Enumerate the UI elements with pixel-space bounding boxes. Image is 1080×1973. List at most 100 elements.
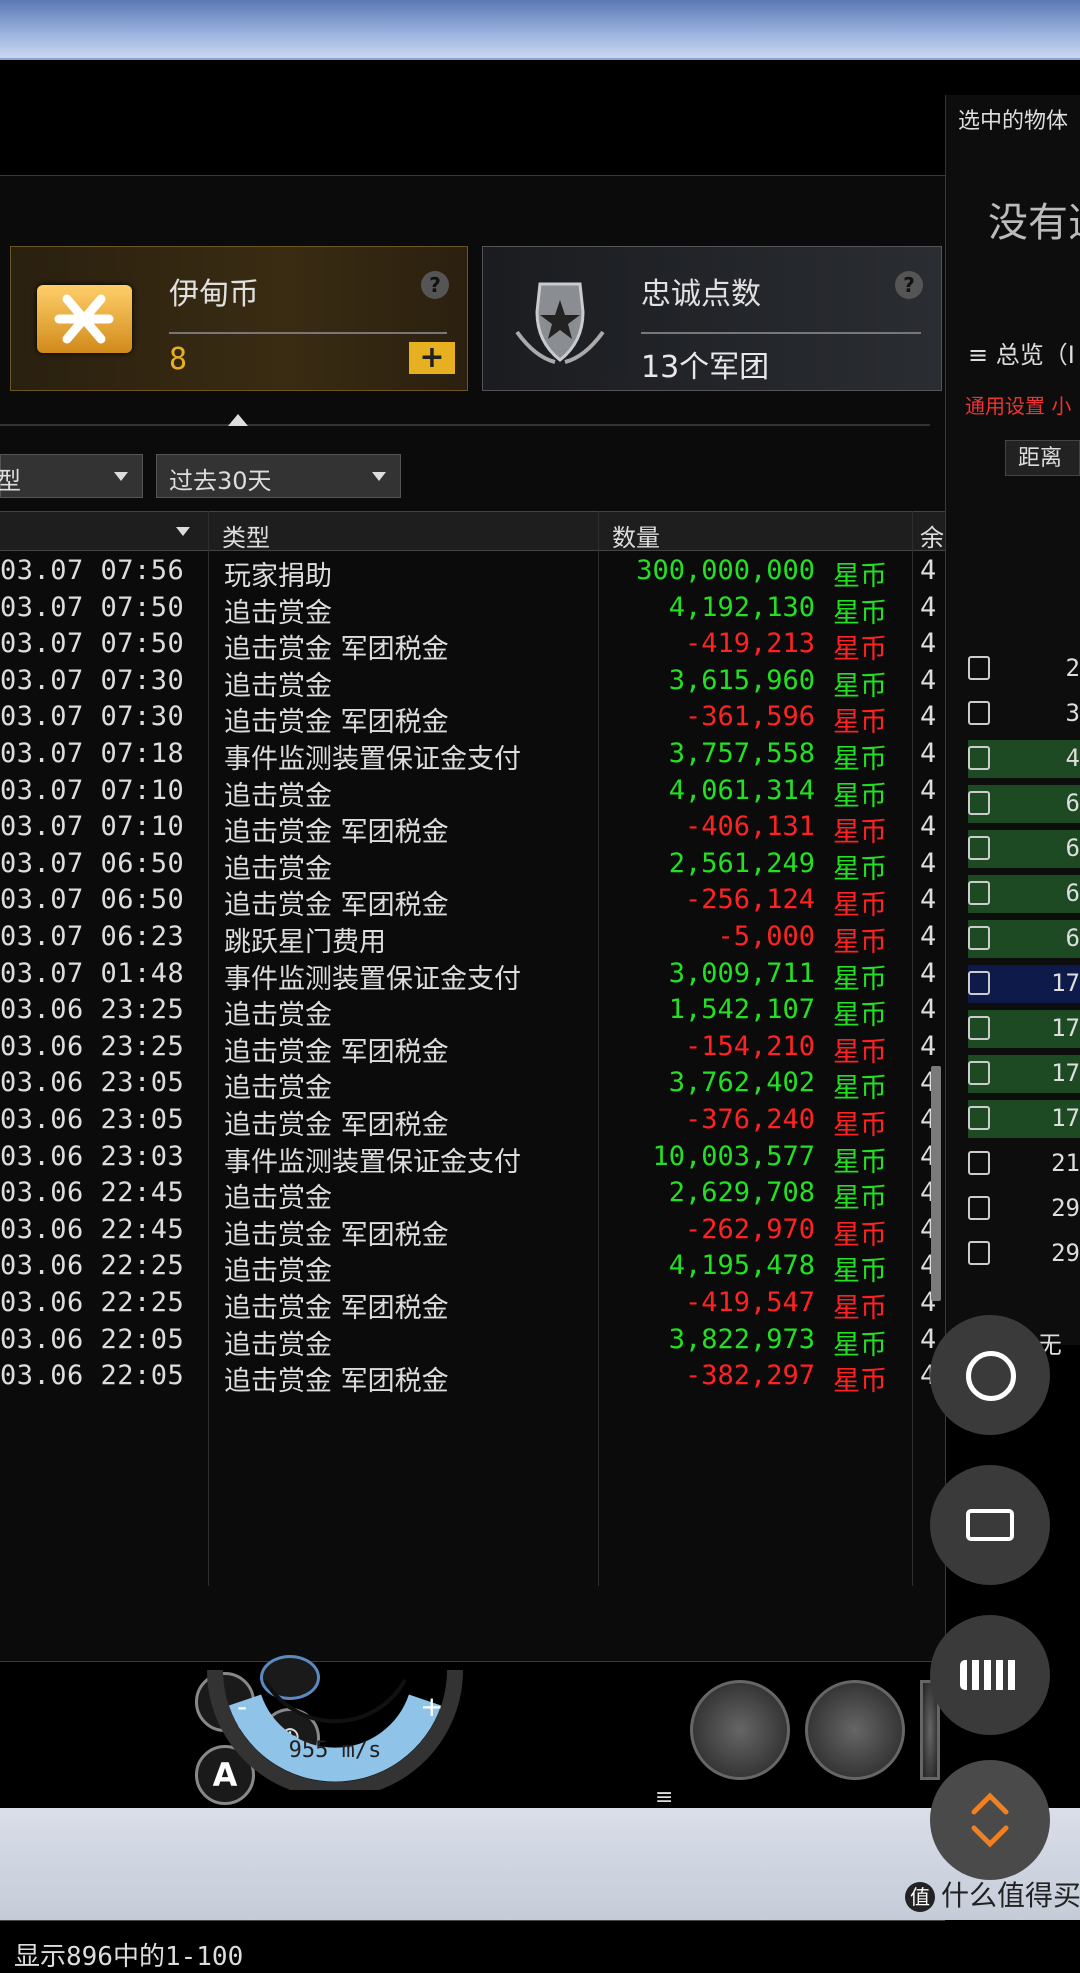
ship-type-icon (968, 791, 990, 815)
table-row[interactable]: 03.07 07:50 追击赏金 4,192,130 星币 4 (0, 588, 945, 629)
overview-row[interactable]: 17 (968, 1055, 1080, 1093)
loyalty-value: 13个军团 (641, 350, 770, 385)
transaction-amount: -154,210 (684, 1030, 815, 1062)
transaction-balance: 4 (920, 994, 937, 1026)
table-row[interactable]: 03.07 07:18 事件监测装置保证金支付 3,757,558 星币 4 (0, 734, 945, 775)
virtual-keyboard-button[interactable] (930, 1615, 1050, 1735)
pagination-status: 显示896中的1-100 (14, 1942, 244, 1972)
transaction-date: 03.06 23:05 (0, 1104, 185, 1135)
overview-row[interactable]: 2 (968, 650, 1080, 688)
sort-desc-icon[interactable] (176, 527, 190, 536)
transaction-balance: 4 (920, 555, 937, 586)
column-header-amount[interactable]: 数量 (612, 518, 660, 553)
expand-collapse-button[interactable] (930, 1760, 1050, 1880)
table-row[interactable]: 03.06 22:05 追击赏金 军团税金 -382,297 星币 4 (0, 1356, 945, 1397)
transaction-amount: 3,009,711 (668, 957, 815, 989)
column-header-type[interactable]: 类型 (222, 518, 270, 553)
table-row[interactable]: 03.06 23:25 追击赏金 1,542,107 星币 4 (0, 990, 945, 1031)
overview-row[interactable]: 6 (968, 785, 1080, 823)
table-row[interactable]: 03.06 22:25 追击赏金 军团税金 -419,547 星币 4 (0, 1283, 945, 1324)
table-row[interactable]: 03.07 06:50 追击赏金 2,561,249 星币 4 (0, 844, 945, 885)
loyalty-help-icon[interactable]: ? (895, 271, 923, 299)
overview-distance: 4 (1065, 744, 1080, 772)
keyboard-button[interactable] (930, 1465, 1050, 1585)
column-header-balance[interactable]: 余 (920, 518, 944, 553)
watermark: 值什么值得买 (905, 1874, 1080, 1914)
isk-balance-card: 伊甸币 ? 8 + (10, 246, 468, 391)
overview-row[interactable]: 6 (968, 920, 1080, 958)
isk-title: 伊甸币 (169, 277, 259, 312)
overview-row[interactable]: 21 (968, 1145, 1080, 1183)
keyboard-grid-icon (960, 1660, 1020, 1690)
transaction-date: 03.06 22:45 (0, 1177, 185, 1209)
overview-tab-general[interactable]: 通用设置 小 (965, 390, 1071, 419)
add-isk-button[interactable]: + (409, 342, 455, 374)
table-row[interactable]: 03.07 07:50 追击赏金 军团税金 -419,213 星币 4 (0, 624, 945, 665)
table-row[interactable]: 03.06 22:05 追击赏金 3,822,973 星币 4 (0, 1320, 945, 1361)
decrease-speed-button[interactable]: - (237, 1690, 247, 1723)
overview-row[interactable]: 6 (968, 875, 1080, 913)
transaction-date: 03.07 01:48 (0, 957, 185, 989)
menu-icon[interactable]: ≡ (655, 1785, 673, 1810)
table-row[interactable]: 03.07 07:56 玩家捐助 300,000,000 星币 4 (0, 551, 945, 592)
transaction-amount: 4,061,314 (668, 774, 815, 806)
table-row[interactable]: 03.07 06:50 追击赏金 军团税金 -256,124 星币 4 (0, 880, 945, 921)
transaction-amount: 2,629,708 (668, 1177, 815, 1209)
transaction-amount: 3,757,558 (668, 738, 815, 769)
record-circle-button[interactable] (930, 1315, 1050, 1435)
collapse-arrow-icon[interactable] (228, 414, 248, 426)
table-row[interactable]: 03.06 23:05 追击赏金 军团税金 -376,240 星币 4 (0, 1100, 945, 1141)
transaction-date: 03.07 07:50 (0, 591, 185, 623)
overview-row[interactable]: 4 (968, 740, 1080, 778)
table-row[interactable]: 03.06 22:25 追击赏金 4,195,478 星币 4 (0, 1246, 945, 1287)
table-row[interactable]: 03.07 01:48 事件监测装置保证金支付 3,009,711 星币 4 (0, 954, 945, 995)
table-row[interactable]: 03.07 07:30 追击赏金 3,615,960 星币 4 (0, 661, 945, 702)
isk-help-icon[interactable]: ? (421, 271, 449, 299)
overview-row[interactable]: 3 (968, 695, 1080, 733)
overview-row[interactable]: 17 (968, 965, 1080, 1003)
overview-row[interactable]: 17 (968, 1010, 1080, 1048)
transaction-balance: 4 (920, 847, 937, 879)
transaction-date: 03.06 22:25 (0, 1250, 185, 1282)
transaction-amount: 10,003,577 (652, 1140, 815, 1172)
chevron-down-icon (372, 472, 386, 481)
overview-row[interactable]: 29 (968, 1235, 1080, 1273)
dropdown-value: 型 (0, 467, 21, 495)
ship-type-icon (968, 1151, 990, 1175)
ship-type-icon (968, 836, 990, 860)
transaction-date: 03.07 07:10 (0, 774, 185, 806)
table-row[interactable]: 03.06 22:45 追击赏金 2,629,708 星币 4 (0, 1173, 945, 1214)
increase-speed-button[interactable]: + (420, 1690, 443, 1723)
table-row[interactable]: 03.06 22:45 追击赏金 军团税金 -262,970 星币 4 (0, 1210, 945, 1251)
overview-distance-header[interactable]: 距离 (1005, 440, 1080, 476)
table-row[interactable]: 03.07 06:23 跳跃星门费用 -5,000 星币 4 (0, 917, 945, 958)
module-slot-icon[interactable] (805, 1680, 905, 1780)
transaction-date: 03.07 06:50 (0, 884, 185, 916)
overview-row[interactable]: 29 (968, 1190, 1080, 1228)
overview-row[interactable]: 6 (968, 830, 1080, 868)
transaction-date: 03.06 23:05 (0, 1067, 185, 1099)
table-row[interactable]: 03.07 07:10 追击赏金 4,061,314 星币 4 (0, 771, 945, 812)
table-row[interactable]: 03.06 23:03 事件监测装置保证金支付 10,003,577 星币 4 (0, 1137, 945, 1178)
transaction-type: 追击赏金 军团税金 (224, 1366, 449, 1398)
table-row[interactable]: 03.06 23:05 追击赏金 3,762,402 星币 4 (0, 1063, 945, 1104)
module-slot-icon[interactable] (690, 1680, 790, 1780)
transaction-date: 03.07 07:10 (0, 811, 185, 843)
watermark-text: 什么值得买 (941, 1879, 1080, 1912)
date-range-dropdown[interactable]: 过去30天 (156, 454, 401, 498)
transaction-type-dropdown[interactable]: 型 (0, 454, 143, 498)
transaction-amount: -376,240 (684, 1104, 815, 1135)
overview-distance: 6 (1065, 834, 1080, 862)
overview-row[interactable]: 17 (968, 1100, 1080, 1138)
overview-distance: 21 (1051, 1149, 1080, 1177)
selected-item-header: 选中的物体 (958, 109, 1069, 134)
overview-distance: 3 (1065, 699, 1080, 727)
table-header: 类型 数量 余 (0, 511, 945, 553)
transaction-date: 03.06 23:03 (0, 1140, 185, 1172)
scrollbar[interactable] (931, 1066, 941, 1301)
overview-distance: 6 (1065, 879, 1080, 907)
table-row[interactable]: 03.07 07:30 追击赏金 军团税金 -361,596 星币 4 (0, 697, 945, 738)
table-row[interactable]: 03.06 23:25 追击赏金 军团税金 -154,210 星币 4 (0, 1027, 945, 1068)
overview-title[interactable]: ≡ 总览（Ⅰ (968, 335, 1075, 370)
table-row[interactable]: 03.07 07:10 追击赏金 军团税金 -406,131 星币 4 (0, 807, 945, 848)
